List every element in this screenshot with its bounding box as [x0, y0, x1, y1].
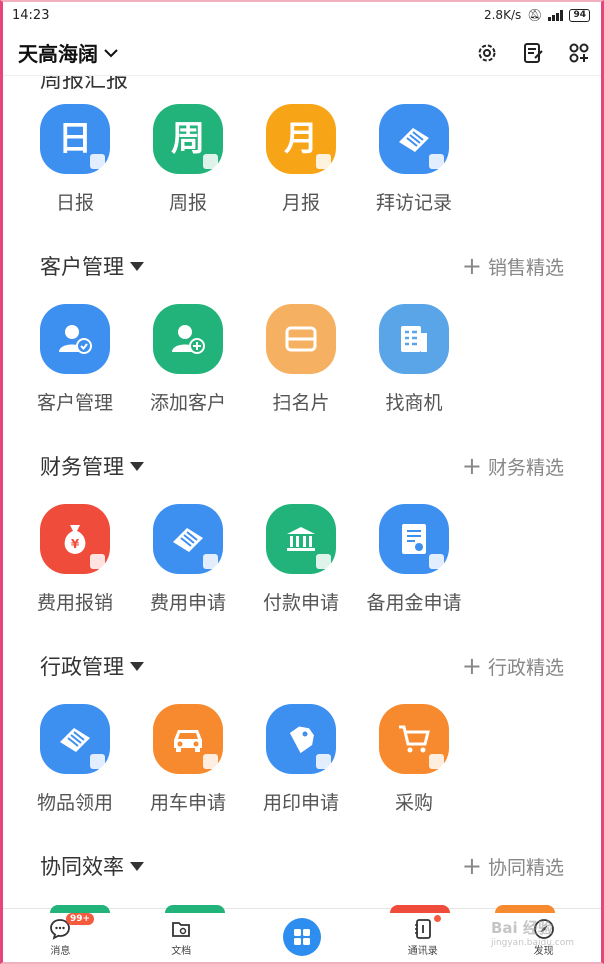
- weekly-report-icon: 周: [153, 104, 223, 174]
- contacts-book-icon: [411, 917, 435, 941]
- stamp-icon: [40, 704, 110, 774]
- stamp-icon: [153, 504, 223, 574]
- finance-featured-link[interactable]: + 财务精选: [462, 453, 564, 480]
- collab-featured-link[interactable]: + 协同精选: [462, 853, 564, 880]
- sales-featured-link[interactable]: + 销售精选: [462, 253, 564, 280]
- caret-down-icon: [130, 861, 144, 871]
- section-admin-head: 行政管理 + 行政精选: [0, 646, 604, 686]
- plus-icon: +: [461, 452, 482, 480]
- customer-row: 客户管理 添加客户 扫名片 找商机: [0, 304, 604, 424]
- compass-icon: [532, 917, 556, 941]
- section-finance-title[interactable]: 财务管理: [40, 451, 144, 481]
- org-name: 天高海阔: [18, 42, 98, 66]
- caret-down-icon: [130, 661, 144, 671]
- tag-icon: [266, 704, 336, 774]
- tab-messages[interactable]: 99+ 消息: [0, 909, 121, 964]
- unread-badge: 99+: [66, 913, 95, 925]
- tile-expense-claim[interactable]: ¥ 费用报销: [20, 504, 130, 615]
- section-customer-title[interactable]: 客户管理: [40, 251, 144, 281]
- section-collab-head: 协同效率 + 协同精选: [0, 846, 604, 886]
- user-check-icon: [40, 304, 110, 374]
- tile-purchase[interactable]: 采购: [359, 704, 469, 815]
- tile-visit-record[interactable]: 拜访记录: [359, 104, 469, 215]
- caret-down-icon: [130, 261, 144, 271]
- document-icon: [379, 504, 449, 574]
- section-title-partial: 周报汇报: [40, 76, 129, 93]
- tile-payment-request[interactable]: 付款申请: [246, 504, 356, 615]
- bank-icon: [266, 504, 336, 574]
- tile-petty-cash[interactable]: 备用金申请: [359, 504, 469, 615]
- apps-grid-icon[interactable]: [568, 42, 590, 64]
- tile-find-opportunity[interactable]: 找商机: [359, 304, 469, 415]
- tab-docs[interactable]: 文档: [121, 909, 242, 964]
- tile-item-requisition[interactable]: 物品领用: [20, 704, 130, 815]
- status-time: 14:23: [12, 7, 50, 23]
- tile-vehicle-request[interactable]: 用车申请: [133, 704, 243, 815]
- tile-seal-request[interactable]: 用印申请: [246, 704, 356, 815]
- admin-row: 物品领用 用车申请 用印申请 采购: [0, 704, 604, 824]
- org-switcher[interactable]: 天高海阔: [18, 38, 118, 67]
- battery-icon: 94: [569, 8, 590, 22]
- monthly-report-icon: 月: [266, 104, 336, 174]
- plus-icon: +: [461, 652, 482, 680]
- status-bar: 14:23 2.8K/s 🔕︎ 94: [0, 0, 604, 30]
- caret-down-icon: [130, 461, 144, 471]
- tab-contacts[interactable]: 通讯录: [362, 909, 483, 964]
- cart-icon: [379, 704, 449, 774]
- tab-discover[interactable]: 发现: [483, 909, 604, 964]
- plus-icon: +: [461, 252, 482, 280]
- section-admin-title[interactable]: 行政管理: [40, 651, 144, 681]
- signal-icon: [548, 9, 564, 21]
- workbench-grid-icon: [282, 917, 321, 956]
- tile-weekly-report[interactable]: 周 周报: [133, 104, 243, 215]
- edit-list-icon[interactable]: [522, 42, 544, 64]
- tile-monthly-report[interactable]: 月 月报: [246, 104, 356, 215]
- tile-scan-card[interactable]: 扫名片: [246, 304, 356, 415]
- plus-icon: +: [461, 852, 482, 880]
- reports-row: 日 日报 周 周报 月 月报 拜访记录: [0, 104, 604, 224]
- admin-featured-link[interactable]: + 行政精选: [462, 653, 564, 680]
- money-bag-icon: ¥: [40, 504, 110, 574]
- section-collab-title[interactable]: 协同效率: [40, 851, 144, 881]
- tile-customer-manage[interactable]: 客户管理: [20, 304, 130, 415]
- mute-icon: 🔕︎: [527, 8, 543, 22]
- contacts-red-dot: [434, 915, 442, 922]
- tile-expense-request[interactable]: 费用申请: [133, 504, 243, 615]
- svg-text:¥: ¥: [71, 537, 80, 551]
- finance-row: ¥ 费用报销 费用申请 付款申请 备用金申请: [0, 504, 604, 624]
- visit-record-icon: [379, 104, 449, 174]
- opportunity-icon: [379, 304, 449, 374]
- section-finance-head: 财务管理 + 财务精选: [0, 446, 604, 486]
- scan-card-icon: [266, 304, 336, 374]
- network-speed: 2.8K/s: [483, 8, 522, 22]
- bottom-tabbar: 99+ 消息 文档 通讯录 发现 Bai 经验 jingyan.baidu.co…: [0, 905, 604, 964]
- folder-icon: [169, 917, 193, 941]
- tab-workbench[interactable]: [242, 909, 363, 964]
- car-icon: [153, 704, 223, 774]
- user-add-icon: [153, 304, 223, 374]
- settings-gear-icon[interactable]: [476, 42, 498, 64]
- daily-report-icon: 日: [40, 104, 110, 174]
- tile-add-customer[interactable]: 添加客户: [133, 304, 243, 415]
- chevron-down-icon: [104, 46, 118, 62]
- tile-daily-report[interactable]: 日 日报: [20, 104, 130, 215]
- workbench-content: 周报汇报 日 日报 周 周报 月 月报 拜访记录 客户管理 + 销售精选 客户管…: [0, 76, 604, 908]
- app-header: 天高海阔: [0, 30, 604, 76]
- section-customer-head: 客户管理 + 销售精选: [0, 246, 604, 286]
